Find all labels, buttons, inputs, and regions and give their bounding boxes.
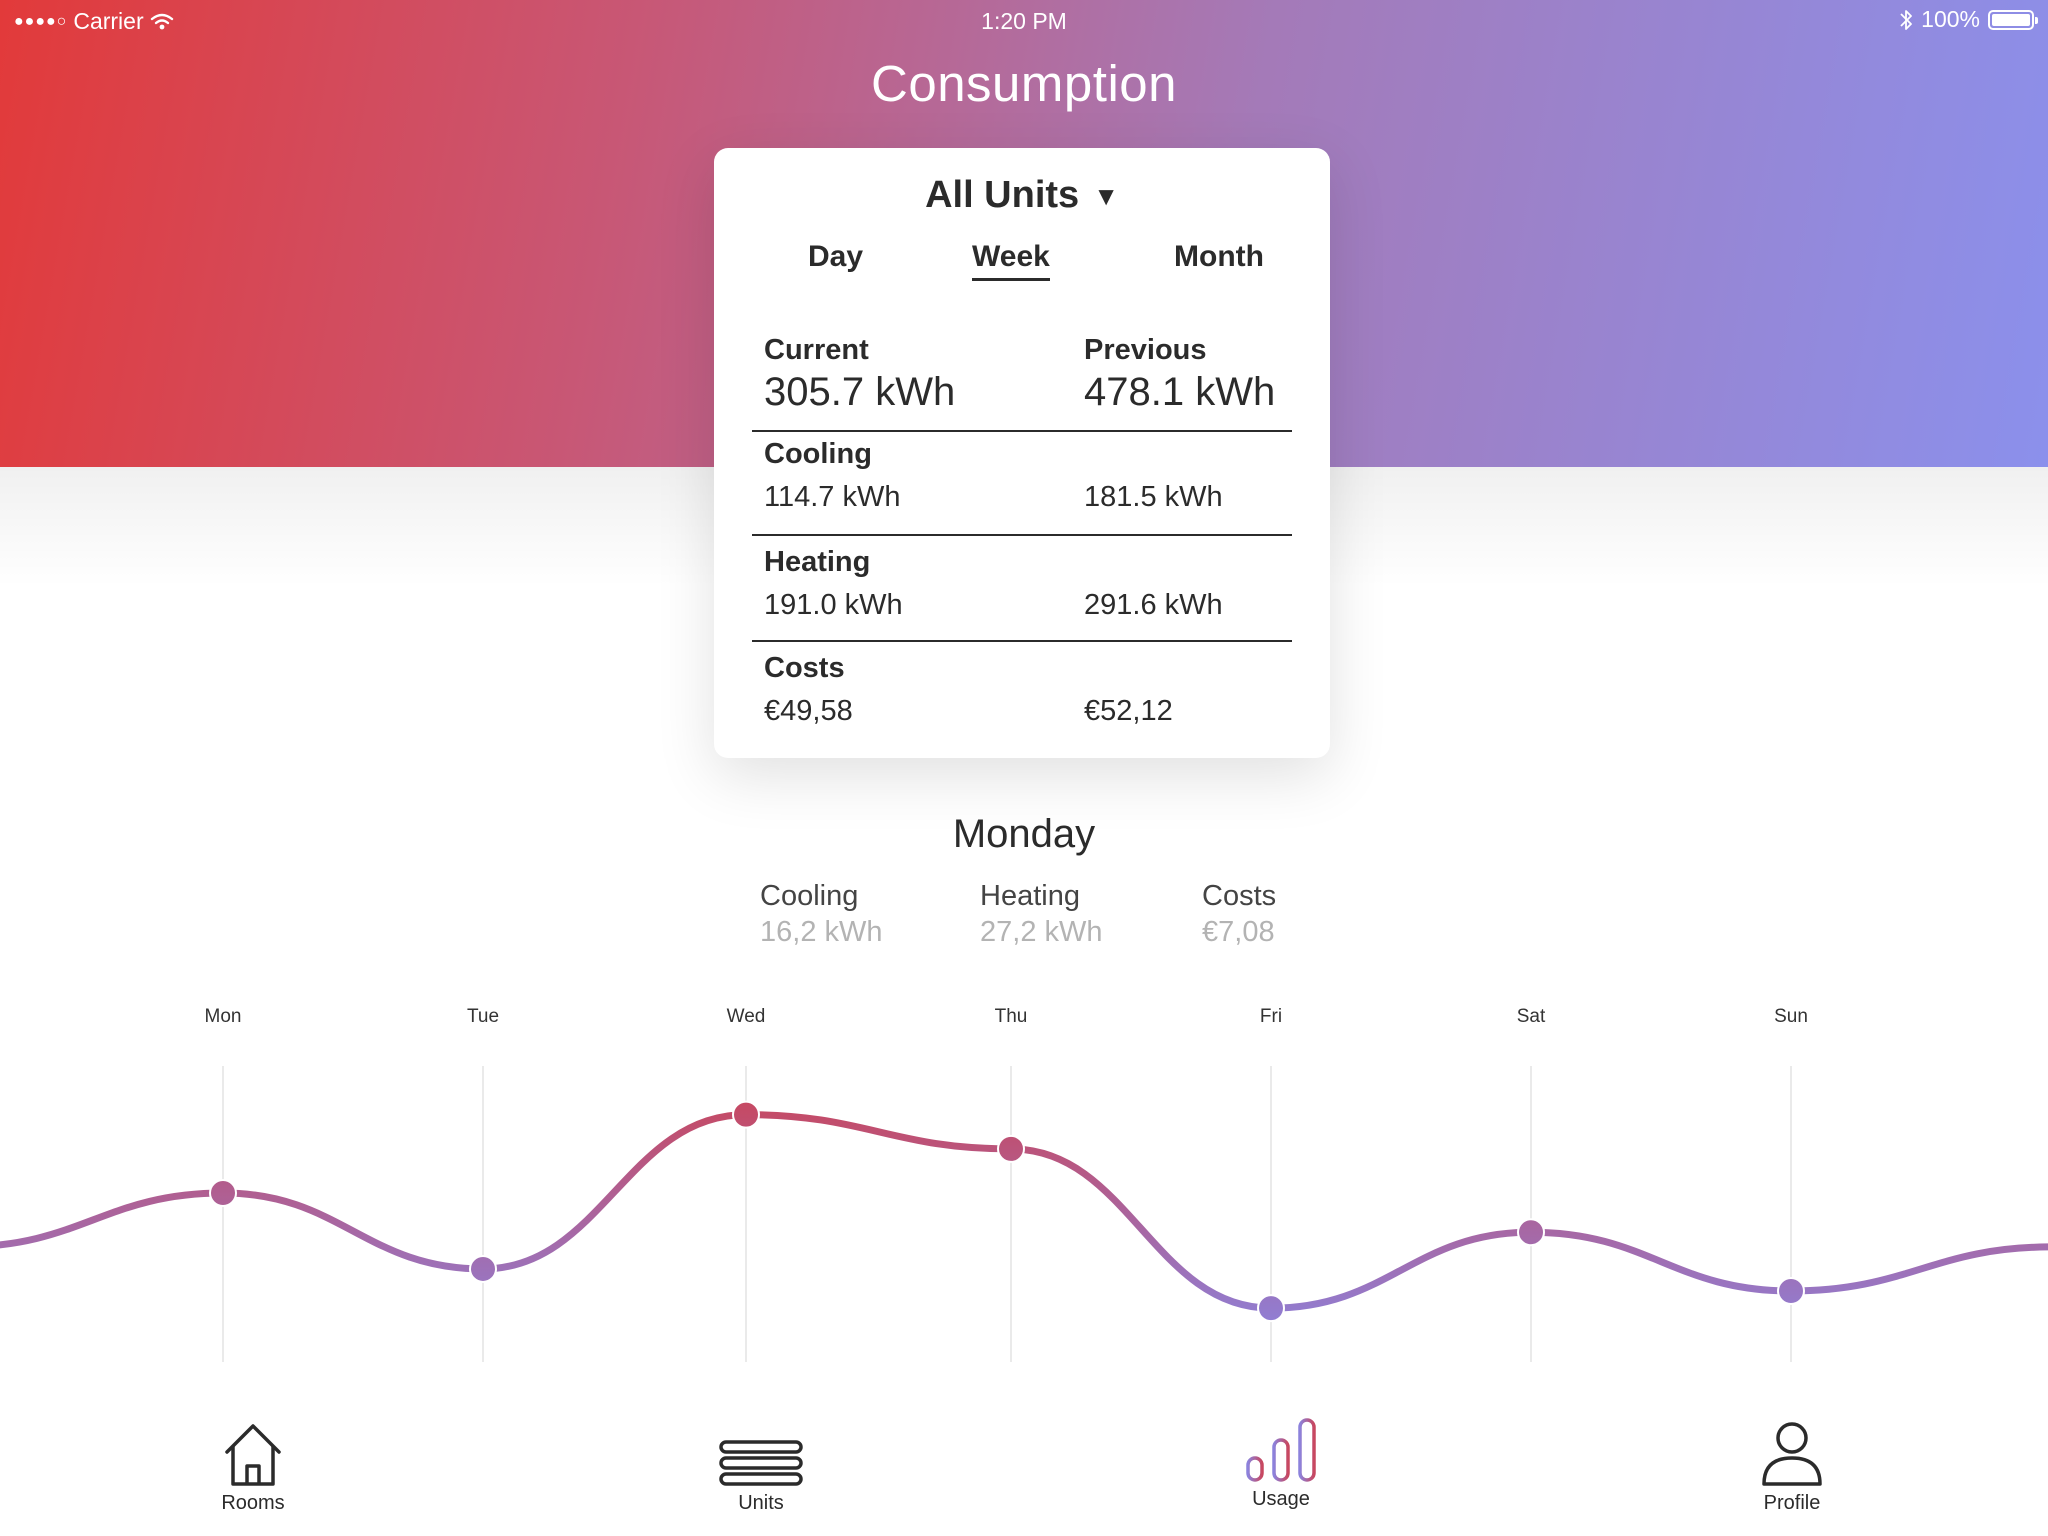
tabbar-usage-label: Usage — [1252, 1488, 1310, 1510]
day-label-wed[interactable]: Wed — [727, 1006, 766, 1028]
battery-percent: 100% — [1921, 6, 1980, 32]
tabbar-profile-label: Profile — [1763, 1492, 1821, 1514]
tabbar-rooms[interactable]: Rooms — [193, 1418, 313, 1515]
divider — [752, 534, 1292, 536]
consumption-card: All Units ▼ Day Week Month Current Previo… — [714, 148, 1330, 758]
current-label: Current — [764, 334, 869, 366]
day-costs-value: €7,08 — [1202, 916, 1275, 948]
data-point-wed[interactable] — [732, 1100, 760, 1129]
costs-current: €49,58 — [764, 695, 853, 727]
day-label-fri[interactable]: Fri — [1260, 1006, 1282, 1028]
data-point-tue[interactable] — [469, 1254, 497, 1283]
data-point-sat[interactable] — [1517, 1218, 1545, 1247]
data-point-fri[interactable] — [1257, 1294, 1285, 1323]
previous-label: Previous — [1084, 334, 1207, 366]
status-bar: ●●●●○ Carrier 1:20 PM 100% — [0, 0, 2048, 42]
heating-current: 191.0 kWh — [764, 589, 903, 621]
tab-day[interactable]: Day — [808, 240, 863, 274]
cooling-previous: 181.5 kWh — [1084, 481, 1223, 513]
cooling-label: Cooling — [764, 438, 872, 470]
units-icon — [719, 1440, 803, 1486]
divider — [752, 640, 1292, 642]
heating-previous: 291.6 kWh — [1084, 589, 1223, 621]
day-label-mon[interactable]: Mon — [205, 1006, 242, 1028]
costs-label: Costs — [764, 652, 845, 684]
tab-month[interactable]: Month — [1174, 240, 1264, 274]
profile-icon — [1762, 1422, 1822, 1486]
previous-total: 478.1 kWh — [1084, 370, 1276, 414]
cooling-current: 114.7 kWh — [764, 481, 901, 513]
caret-down-icon: ▼ — [1093, 181, 1119, 212]
day-label-sat[interactable]: Sat — [1517, 1006, 1546, 1028]
data-point-thu[interactable] — [997, 1134, 1025, 1163]
day-label-tue[interactable]: Tue — [467, 1006, 499, 1028]
tabbar-rooms-label: Rooms — [221, 1492, 285, 1514]
bar-chart-icon — [1246, 1418, 1316, 1482]
divider — [752, 430, 1292, 432]
day-label-sun[interactable]: Sun — [1774, 1006, 1808, 1028]
tab-week[interactable]: Week — [972, 240, 1050, 281]
bluetooth-icon — [1900, 9, 1913, 30]
status-right: 100% — [1899, 6, 2038, 33]
tabbar-units-label: Units — [738, 1492, 784, 1514]
day-label-thu[interactable]: Thu — [995, 1006, 1028, 1028]
heating-label: Heating — [764, 546, 871, 578]
day-heating-label: Heating — [980, 880, 1080, 912]
day-costs-label: Costs — [1202, 880, 1277, 912]
data-point-sun[interactable] — [1777, 1277, 1805, 1305]
usage-chart[interactable] — [0, 1040, 2048, 1380]
unit-selector[interactable]: All Units ▼ — [714, 174, 1330, 217]
status-time: 1:20 PM — [981, 8, 1067, 34]
day-cooling-label: Cooling — [760, 880, 859, 912]
data-point-mon[interactable] — [209, 1179, 237, 1207]
costs-previous: €52,12 — [1084, 695, 1173, 727]
day-heating-value: 27,2 kWh — [980, 916, 1103, 948]
unit-selector-label: All Units — [925, 174, 1080, 216]
home-icon — [225, 1424, 281, 1486]
page-title: Consumption — [871, 55, 1177, 112]
battery-icon — [1988, 9, 2038, 30]
selected-day-title: Monday — [952, 812, 1096, 856]
current-total: 305.7 kWh — [764, 370, 956, 414]
tabbar-units[interactable]: Units — [701, 1418, 821, 1515]
tabbar-profile[interactable]: Profile — [1732, 1418, 1852, 1515]
usage-line — [0, 1111, 2048, 1312]
tabbar-usage[interactable]: Usage — [1221, 1414, 1341, 1511]
day-cooling-value: 16,2 kWh — [760, 916, 883, 948]
